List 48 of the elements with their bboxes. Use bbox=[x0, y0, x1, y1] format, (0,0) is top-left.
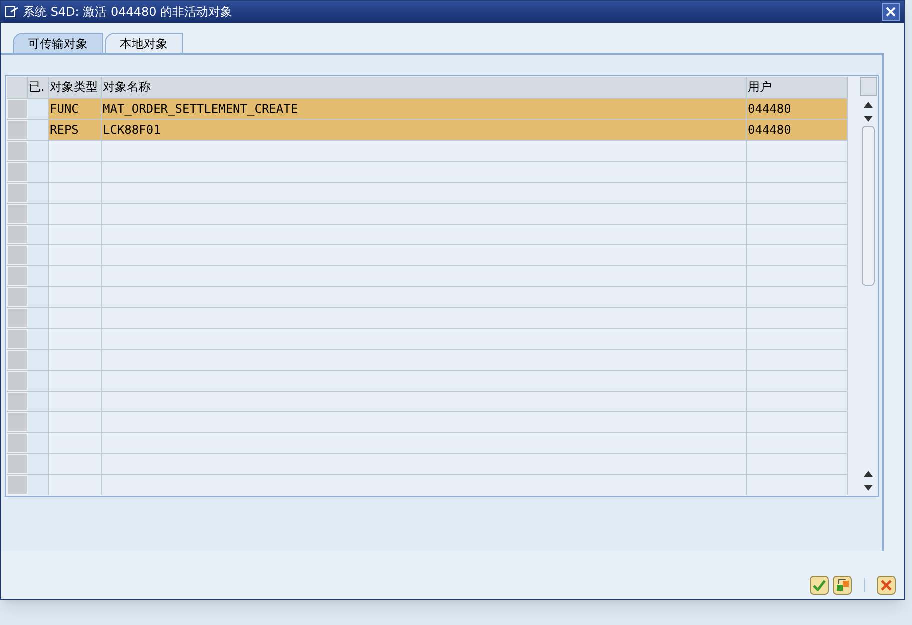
table-cell: 044480 bbox=[747, 99, 848, 119]
check-icon bbox=[813, 580, 826, 590]
scroll-thumb[interactable] bbox=[862, 126, 874, 286]
objects-icon bbox=[836, 578, 850, 592]
row-selector[interactable] bbox=[7, 370, 28, 390]
confirm-button[interactable] bbox=[810, 576, 829, 594]
table-cell: LCK88F01 bbox=[102, 120, 747, 140]
row-selector[interactable] bbox=[7, 433, 28, 454]
row-selector[interactable] bbox=[7, 350, 28, 370]
table-cell: REPS bbox=[49, 120, 102, 140]
row-selector[interactable] bbox=[7, 120, 28, 140]
cancel-button[interactable] bbox=[877, 576, 896, 594]
table-cell: FUNC bbox=[49, 99, 102, 119]
row-selector[interactable] bbox=[7, 328, 28, 349]
row-selector[interactable] bbox=[7, 204, 28, 224]
row-selector[interactable] bbox=[7, 224, 28, 244]
scroll-up-icon[interactable] bbox=[864, 471, 872, 477]
close-icon bbox=[881, 580, 892, 590]
row-selector[interactable] bbox=[7, 182, 28, 203]
row-selector[interactable] bbox=[7, 287, 28, 307]
row-selector[interactable] bbox=[7, 308, 28, 328]
row-selector[interactable] bbox=[7, 162, 28, 182]
column-settings-button[interactable] bbox=[860, 77, 876, 96]
tab[interactable]: 本地对象 bbox=[105, 33, 183, 53]
table-cell: 044480 bbox=[747, 120, 848, 140]
row-selector[interactable] bbox=[7, 245, 28, 266]
tab[interactable]: 可传输对象 bbox=[13, 33, 103, 53]
window-icon bbox=[5, 6, 19, 18]
row-selector[interactable] bbox=[7, 412, 28, 432]
row-selector[interactable] bbox=[7, 266, 28, 286]
column-header[interactable]: 已. bbox=[28, 77, 49, 98]
row-selector[interactable] bbox=[7, 141, 28, 161]
row-selector[interactable] bbox=[7, 392, 28, 412]
activate-button[interactable] bbox=[833, 576, 852, 594]
column-header[interactable]: 对象名称 bbox=[102, 77, 747, 98]
scroll-down-icon[interactable] bbox=[864, 116, 872, 122]
column-header[interactable]: 用户 bbox=[747, 77, 848, 98]
close-button[interactable] bbox=[882, 3, 900, 21]
select-all-cell[interactable] bbox=[7, 77, 28, 98]
row-selector[interactable] bbox=[7, 99, 28, 119]
row-selector[interactable] bbox=[7, 454, 28, 474]
scroll-up-icon[interactable] bbox=[864, 102, 872, 108]
close-icon bbox=[886, 7, 896, 17]
column-header[interactable]: 对象类型 bbox=[49, 77, 102, 98]
window-title: 系统 S4D: 激活 044480 的非活动对象 bbox=[23, 4, 234, 21]
row-selector[interactable] bbox=[7, 475, 28, 495]
table-cell: MAT_ORDER_SETTLEMENT_CREATE bbox=[102, 99, 747, 119]
scroll-down-icon[interactable] bbox=[864, 485, 872, 491]
